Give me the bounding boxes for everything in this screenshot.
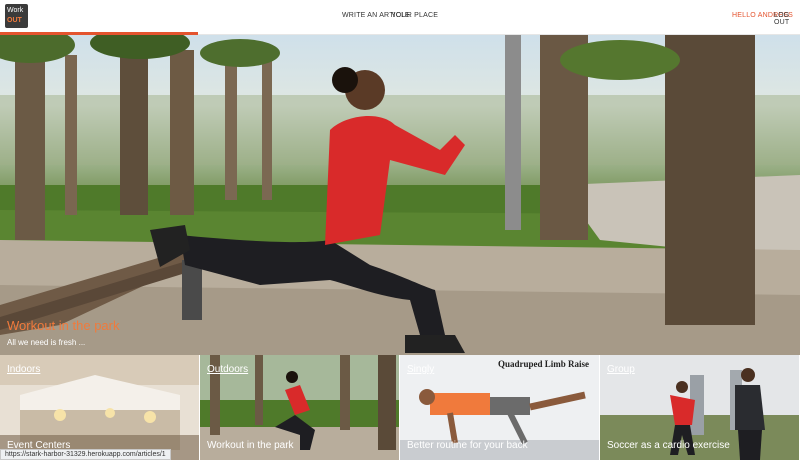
outdoors-category-link[interactable]: Outdoors	[207, 364, 248, 375]
top-navbar: Work OUT WRITE AN ARTICLE YOUR PLACE HEL…	[0, 0, 800, 35]
logo-text-work: Work	[7, 7, 24, 14]
group-category-link[interactable]: Group	[607, 364, 635, 375]
category-card-outdoors[interactable]: Outdoors Workout in the park	[200, 355, 399, 460]
category-cards: Indoors Event Centers Outdoors Workout i…	[0, 355, 800, 460]
hero-article-title[interactable]: Workout in the park	[7, 318, 119, 333]
singly-category-link[interactable]: Singly	[407, 364, 434, 375]
hero-park-image	[0, 35, 800, 355]
category-card-group[interactable]: Group Soccer as a cardio exercise	[600, 355, 799, 460]
logo-text-out: OUT	[7, 17, 22, 24]
singly-article-title[interactable]: Better routine for your back	[407, 440, 528, 451]
outdoors-article-title[interactable]: Workout in the park	[207, 440, 294, 451]
your-place-link[interactable]: YOUR PLACE	[391, 12, 438, 19]
hero-article-excerpt: All we need is fresh ...	[7, 338, 86, 347]
category-card-singly[interactable]: Quadruped Limb Raise Singly Better routi…	[400, 355, 599, 460]
link-status-bar: https://stark-harbor-31329.herokuapp.com…	[0, 449, 171, 460]
indoors-category-link[interactable]: Indoors	[7, 364, 40, 375]
hero-featured-article[interactable]: Workout in the park All we need is fresh…	[0, 35, 800, 355]
workout-logo[interactable]: Work OUT	[5, 4, 28, 28]
logout-link[interactable]: LOG OUT	[774, 12, 800, 26]
singly-image-caption: Quadruped Limb Raise	[498, 359, 589, 369]
category-card-indoors[interactable]: Indoors Event Centers	[0, 355, 199, 460]
group-article-title[interactable]: Soccer as a cardio exercise	[607, 440, 730, 451]
